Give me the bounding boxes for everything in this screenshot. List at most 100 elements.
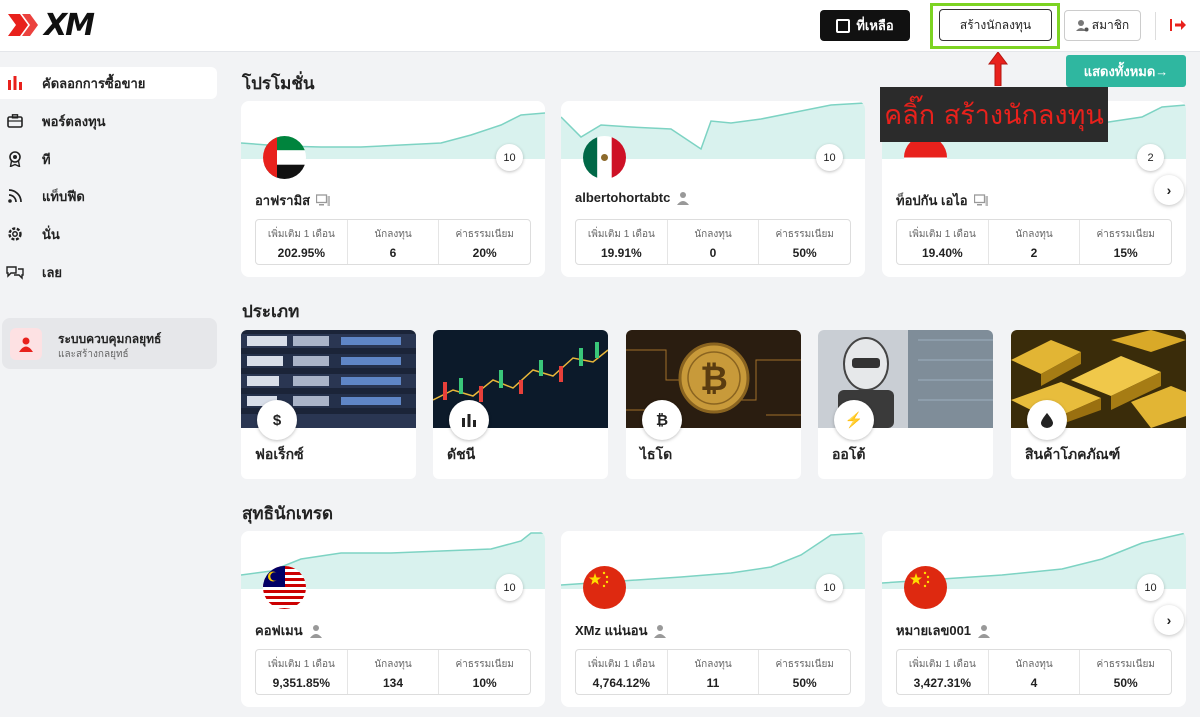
svg-text:₿: ₿ (700, 359, 728, 399)
category-label: ออโต้ (832, 446, 866, 462)
logout-icon[interactable] (1170, 18, 1186, 32)
trader-name[interactable]: albertohortabtc (575, 190, 690, 205)
wallet-icon (836, 18, 851, 33)
user-icon (654, 624, 667, 638)
sidebar-item-awards[interactable]: ที (0, 143, 217, 175)
rank-badge: 10 (496, 574, 523, 601)
flag-indonesia-icon (904, 136, 947, 179)
category-card-crypto[interactable]: ₿ ₿ ไธโด (626, 330, 801, 479)
flag-mexico-icon (583, 136, 626, 179)
top-header: XM ที่เหลือ สร้างนักลงทุน สมาชิก (0, 0, 1200, 52)
trader-stats: เพิ่มเติม 1 เดือน 4,764.12% นักลงทุน 11 ค่… (575, 649, 851, 695)
flag-china-icon (583, 566, 626, 609)
fee-value: 10% (472, 676, 497, 690)
sidebar-item-label: นั่น (42, 226, 60, 242)
trader-name[interactable]: หมายเลข001 (896, 620, 991, 641)
fee-value: 50% (1113, 676, 1138, 690)
growth-value: 3,427.31% (913, 676, 972, 690)
top-trader-card[interactable]: 10 XMz แน่นอน เพิ่มเติม 1 เดือน 4,764.12%… (561, 531, 865, 707)
rank-badge: 2 (1137, 144, 1164, 171)
drop-icon (1027, 400, 1067, 440)
top-traders-next-button[interactable]: › (1154, 605, 1184, 635)
fee-value: 15% (1113, 246, 1138, 260)
trader-name[interactable]: คอฟเมน (255, 620, 323, 641)
sidebar-item-feed[interactable]: แท็บฟีด (0, 180, 217, 212)
trader-name[interactable]: อาฟรามิส (255, 190, 331, 211)
top-trader-card[interactable]: 10 คอฟเมน เพิ่มเติม 1 เดือน 9,351.85% นัก… (241, 531, 545, 707)
member-label: สมาชิก (1091, 18, 1130, 32)
dollar-icon: $ (257, 400, 297, 440)
bar-chart-icon (6, 74, 24, 92)
category-label: ดัชนี (447, 446, 476, 462)
balance-button[interactable]: ที่เหลือ (820, 10, 910, 41)
growth-value: 19.91% (600, 246, 642, 260)
balance-label: ที่เหลือ (856, 18, 894, 33)
briefcase-icon (6, 112, 24, 130)
sidebar-item-label: พอร์ตลงทุน (42, 113, 106, 129)
trader-name[interactable]: ท็อปกัน เอไอ (896, 190, 988, 211)
user-icon (309, 624, 322, 638)
sidebar: คัดลอกการซื้อขาย พอร์ตลงทุน ที แท็บฟีด น… (0, 53, 225, 717)
section-title-promotions: โปรโมชั่น (242, 74, 315, 93)
xm-logo[interactable]: XM (8, 8, 95, 43)
top-trader-card[interactable]: 10 หมายเลข001 เพิ่มเติม 1 เดือน 3,427.31%… (882, 531, 1186, 707)
investors-value: 2 (1030, 246, 1038, 260)
promotions-next-button[interactable]: › (1154, 175, 1184, 205)
section-title-categories: ประเภท (242, 302, 300, 321)
flag-china-icon (904, 566, 947, 609)
sidebar-item-label: แท็บฟีด (42, 188, 85, 204)
member-gear-icon (1075, 20, 1089, 32)
category-card-indices[interactable]: ดัชนี (433, 330, 608, 479)
strategy-subtitle: และสร้างกลยุทธ์ (58, 349, 129, 360)
xm-logo-mark (8, 14, 38, 36)
promotion-card[interactable]: 10 อาฟรามิส เพิ่มเติม 1 เดือน 202.95% นัก… (241, 101, 545, 277)
trader-name[interactable]: XMz แน่นอน (575, 620, 667, 641)
growth-value: 4,764.12% (592, 676, 651, 690)
trader-stats: เพิ่มเติม 1 เดือน 3,427.31% นักลงทุน 4 ค่า… (896, 649, 1172, 695)
gear-icon (6, 225, 24, 243)
sidebar-item-portfolio[interactable]: พอร์ตลงทุน (0, 105, 217, 137)
bar-chart-icon (449, 400, 489, 440)
chevron-right-icon: › (1166, 182, 1172, 198)
header-divider (1155, 12, 1156, 40)
investors-value: 4 (1030, 676, 1038, 690)
rss-icon (6, 187, 24, 205)
sidebar-item-label: เลย (42, 264, 63, 280)
arrow-up-icon (988, 52, 1008, 86)
rank-badge: 10 (816, 144, 843, 171)
growth-value: 9,351.85% (272, 676, 331, 690)
fee-value: 20% (472, 246, 497, 260)
growth-value: 19.40% (921, 246, 963, 260)
monitor-icon (316, 193, 331, 206)
category-label: สินค้าโภคภัณฑ์ (1025, 446, 1121, 462)
growth-value: 202.95% (277, 246, 326, 260)
rank-badge: 10 (816, 574, 843, 601)
show-all-button[interactable]: แสดงทั้งหมด→ (1066, 55, 1186, 87)
fee-value: 50% (792, 676, 817, 690)
create-investor-button[interactable]: สร้างนักลงทุน (939, 9, 1052, 41)
monitor-icon (973, 193, 988, 206)
rank-badge: 10 (1137, 574, 1164, 601)
category-card-auto[interactable]: ⚡ ออโต้ (818, 330, 993, 479)
promotion-card[interactable]: 10 albertohortabtc เพิ่มเติม 1 เดือน 19.9… (561, 101, 865, 277)
strategy-manager-card[interactable]: ระบบควบคุมกลยุทธ์ และสร้างกลยุทธ์ (2, 318, 217, 369)
investors-value: 0 (709, 246, 717, 260)
sidebar-item-chat[interactable]: เลย (0, 256, 217, 288)
instruction-callout: คลิ๊ก สร้างนักลงทุน (880, 87, 1108, 142)
sidebar-item-settings[interactable]: นั่น (0, 218, 217, 250)
investors-value: 11 (706, 676, 720, 690)
trader-stats: เพิ่มเติม 1 เดือน 202.95% นักลงทุน 6 ค่าธร… (255, 219, 531, 265)
category-label: ไธโด (640, 446, 673, 462)
rank-badge: 10 (496, 144, 523, 171)
category-card-commodities[interactable]: สินค้าโภคภัณฑ์ (1011, 330, 1186, 479)
member-button[interactable]: สมาชิก (1064, 10, 1141, 41)
investors-value: 6 (389, 246, 397, 260)
sidebar-item-label: คัดลอกการซื้อขาย (42, 75, 146, 91)
user-icon (978, 624, 991, 638)
user-icon (677, 191, 690, 205)
sidebar-item-copy-trading[interactable]: คัดลอกการซื้อขาย (0, 67, 217, 99)
trader-stats: เพิ่มเติม 1 เดือน 19.40% นักลงทุน 2 ค่าธรร… (896, 219, 1172, 265)
trader-stats: เพิ่มเติม 1 เดือน 19.91% นักลงทุน 0 ค่าธรร… (575, 219, 851, 265)
sidebar-item-label: ที (42, 151, 51, 167)
category-card-forex[interactable]: $ ฟอเร็กซ์ (241, 330, 416, 479)
